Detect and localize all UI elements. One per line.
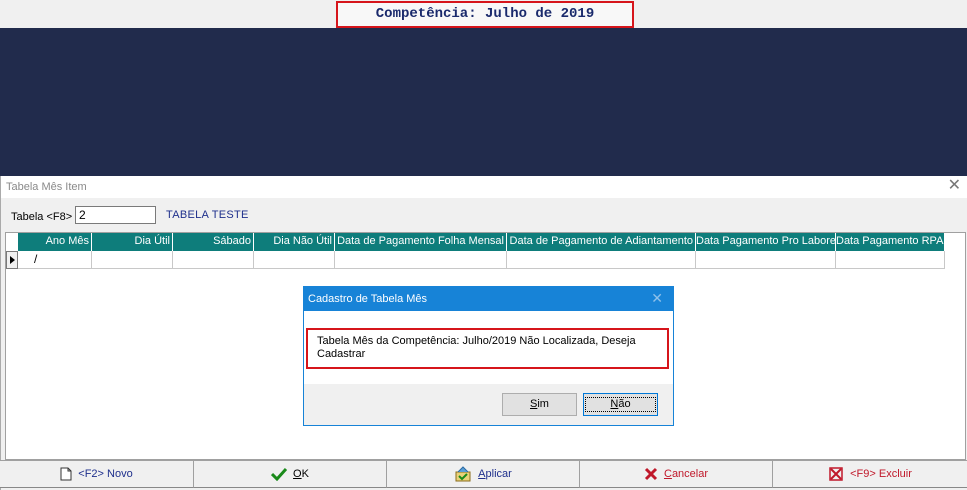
nao-button[interactable]: Não xyxy=(583,393,658,416)
table-cell[interactable] xyxy=(92,251,173,269)
window-title: Tabela Mês Item xyxy=(6,181,87,193)
close-icon[interactable]: ✕ xyxy=(651,291,663,305)
close-icon[interactable]: ✕ xyxy=(948,178,961,194)
column-header[interactable]: Data Pagamento RPA xyxy=(836,233,945,251)
novo-label: <F2> Novo xyxy=(78,468,133,480)
column-header[interactable]: Ano Mês xyxy=(18,233,92,251)
aplicar-mnemonic: A xyxy=(478,468,486,480)
sim-button[interactable]: Sim xyxy=(502,393,577,416)
table-cell[interactable] xyxy=(507,251,696,269)
nao-label: ão xyxy=(618,398,631,410)
nao-focus-rect: Não xyxy=(585,397,656,412)
cancelar-label: Cancelar xyxy=(664,468,708,480)
column-header[interactable]: Data Pagamento Pro Labore xyxy=(696,233,836,251)
tabela-label: Tabela <F8> xyxy=(11,211,73,223)
checkmark-icon xyxy=(271,467,288,481)
grid-header: Ano Mês Dia Útil Sábado Dia Não Útil Dat… xyxy=(18,233,945,251)
table-cell[interactable] xyxy=(696,251,836,269)
bottom-toolbar: <F2> Novo OK Aplicar Cancelar <F9> Exclu… xyxy=(0,460,967,488)
ok-label-rest: K xyxy=(301,468,309,480)
aplicar-button[interactable]: Aplicar xyxy=(387,461,580,488)
cancelar-button[interactable]: Cancelar xyxy=(580,461,773,488)
tabela-input[interactable] xyxy=(75,206,156,224)
competencia-label: Competência: Julho de 2019 xyxy=(336,1,634,28)
delete-icon xyxy=(828,466,844,482)
new-document-icon xyxy=(60,467,72,481)
aplicar-label-rest: plicar xyxy=(485,468,512,480)
aplicar-label: Aplicar xyxy=(478,468,512,480)
row-indicator-icon xyxy=(6,251,18,269)
window-titlebar: Tabela Mês Item ✕ xyxy=(1,176,967,198)
table-cell[interactable]: / xyxy=(18,251,92,269)
table-cell[interactable] xyxy=(335,251,507,269)
cancelar-mnemonic: C xyxy=(663,468,672,480)
table-row[interactable]: / xyxy=(6,251,945,269)
table-cell[interactable] xyxy=(173,251,254,269)
top-bar: Competência: Julho de 2019 xyxy=(0,0,967,28)
dialog-titlebar: Cadastro de Tabela Mês ✕ xyxy=(304,287,673,311)
ok-button[interactable]: OK xyxy=(194,461,387,488)
ok-label: OK xyxy=(293,468,309,480)
tabela-description: TABELA TESTE xyxy=(166,209,249,221)
nao-mnemonic: N xyxy=(610,398,619,410)
dialog-message: Tabela Mês da Competência: Julho/2019 Nã… xyxy=(317,335,636,360)
cadastro-dialog: Cadastro de Tabela Mês ✕ Tabela Mês da C… xyxy=(303,286,674,426)
dialog-message-box: Tabela Mês da Competência: Julho/2019 Nã… xyxy=(306,328,669,369)
table-cell[interactable] xyxy=(836,251,945,269)
column-header[interactable]: Dia Útil xyxy=(92,233,173,251)
column-header[interactable]: Dia Não Útil xyxy=(254,233,335,251)
cancel-x-icon xyxy=(644,467,658,481)
table-cell[interactable] xyxy=(254,251,335,269)
excluir-button[interactable]: <F9> Excluir xyxy=(773,461,967,488)
sim-label: im xyxy=(537,398,549,410)
apply-icon xyxy=(454,466,472,482)
excluir-label: <F9> Excluir xyxy=(850,468,912,480)
ok-mnemonic: O xyxy=(293,468,302,480)
column-header[interactable]: Data de Pagamento Folha Mensal xyxy=(335,233,507,251)
dialog-title: Cadastro de Tabela Mês xyxy=(308,293,428,305)
dialog-body: Tabela Mês da Competência: Julho/2019 Nã… xyxy=(304,311,673,384)
cancelar-label-rest: ancelar xyxy=(671,468,709,480)
column-header[interactable]: Sábado xyxy=(173,233,254,251)
column-header[interactable]: Data de Pagamento de Adiantamento xyxy=(507,233,696,251)
novo-button[interactable]: <F2> Novo xyxy=(0,461,194,488)
background-band xyxy=(0,28,967,176)
